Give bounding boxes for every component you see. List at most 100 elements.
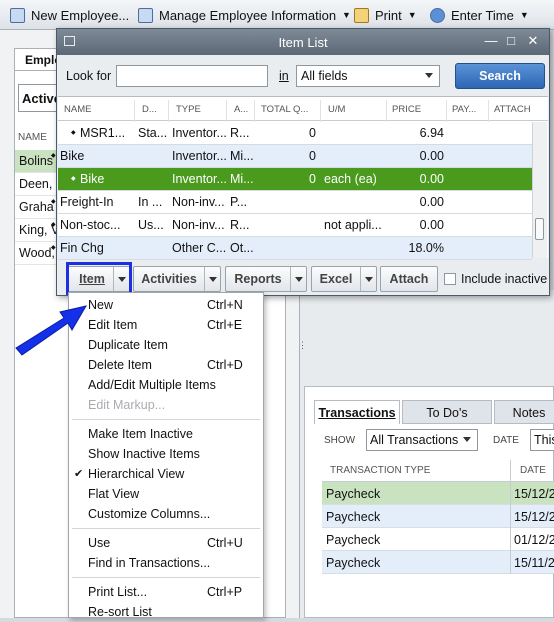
menu-item[interactable]: Print List... Ctrl+P <box>69 583 263 602</box>
window-title: Item List <box>278 35 328 50</box>
tab-notes[interactable]: Notes <box>494 400 554 424</box>
item-account: Mi... <box>230 149 254 163</box>
employee-filter-select[interactable]: Active <box>18 84 61 112</box>
transaction-row[interactable]: Paycheck 01/12/2 <box>322 528 554 551</box>
menu-item[interactable]: Add/Edit Multiple Items <box>69 376 263 395</box>
transaction-date: 15/12/2 <box>514 487 554 501</box>
activities-menu-button[interactable]: Activities <box>133 266 221 292</box>
window-menu-icon[interactable] <box>64 36 75 46</box>
transaction-row[interactable]: Paycheck 15/11/2 <box>322 551 554 574</box>
item-name: MSR1... <box>80 126 126 140</box>
item-description: In ... <box>138 195 163 209</box>
menu-item[interactable]: Delete Item Ctrl+D <box>69 356 263 375</box>
transaction-type: Paycheck <box>326 533 381 547</box>
print-button[interactable]: Print ▼ <box>354 6 417 24</box>
show-label: SHOW <box>324 435 356 446</box>
item-account: P... <box>230 195 248 209</box>
print-label: Print <box>375 7 402 23</box>
col-description-header[interactable]: D... <box>142 104 168 115</box>
date-label: DATE <box>493 435 519 446</box>
include-inactive-label[interactable]: Include inactive <box>461 272 547 286</box>
menu-item[interactable]: Find in Transactions... <box>69 554 263 573</box>
date-select[interactable]: This <box>530 429 554 451</box>
item-price: 0.00 <box>419 195 444 209</box>
look-for-input[interactable] <box>116 65 268 87</box>
menu-item[interactable]: Flat View <box>69 485 263 504</box>
transaction-type: Paycheck <box>326 556 381 570</box>
new-employee-label: New Employee... <box>31 7 130 23</box>
splitter-grip-icon[interactable]: ⋮ <box>298 340 307 351</box>
transaction-row[interactable]: Paycheck 15/12/2 <box>322 482 554 505</box>
col-attach-header[interactable]: ATTACH <box>494 104 544 115</box>
menu-item-label: Add/Edit Multiple Items <box>88 378 216 392</box>
tab-todos[interactable]: To Do's <box>402 400 492 424</box>
col-account-header[interactable]: A... <box>234 104 256 115</box>
search-field-value: All fields <box>301 69 348 83</box>
item-account: R... <box>230 218 250 232</box>
show-select[interactable]: All Transactions <box>366 429 478 451</box>
employee-row[interactable]: Deen, <box>15 173 57 196</box>
chevron-down-icon: ▼ <box>407 10 417 20</box>
col-type-header[interactable]: TYPE <box>176 104 226 115</box>
menu-item[interactable]: Re-sort List <box>69 603 263 622</box>
printer-icon <box>354 7 369 23</box>
item-name: Bike <box>80 172 105 186</box>
employee-name-header[interactable]: NAME <box>18 132 47 143</box>
excel-menu-button[interactable]: Excel <box>311 266 377 292</box>
close-icon[interactable]: ✕ <box>526 34 540 48</box>
item-row[interactable]: ◆ Bike Inventor... Mi... 0 0.00 <box>51 145 532 168</box>
col-name-header[interactable]: NAME <box>64 104 134 115</box>
transaction-row[interactable]: Paycheck 15/12/2 <box>322 505 554 528</box>
include-inactive-checkbox[interactable] <box>444 273 456 285</box>
menu-item-shortcut: Ctrl+U <box>207 536 243 550</box>
enter-time-button[interactable]: Enter Time ▼ <box>430 6 529 24</box>
search-button[interactable]: Search <box>455 63 545 89</box>
menu-item[interactable]: Duplicate Item <box>69 336 263 355</box>
col-payment-header[interactable]: PAY... <box>452 104 488 115</box>
col-total-qty-header[interactable]: TOTAL Q... <box>261 104 321 115</box>
menu-item-label: Make Item Inactive <box>88 427 193 441</box>
minimize-icon[interactable]: — <box>484 34 498 48</box>
attach-button[interactable]: Attach <box>380 266 438 292</box>
date-header[interactable]: DATE <box>520 465 546 476</box>
menu-item: Edit Markup... <box>69 396 263 415</box>
menu-item[interactable]: ✔ Hierarchical View <box>69 465 263 484</box>
transaction-type-header[interactable]: TRANSACTION TYPE <box>330 465 430 476</box>
item-type: Inventor... <box>172 126 226 140</box>
item-name: Non-stoc... <box>60 218 121 232</box>
col-um-header[interactable]: U/M <box>328 104 388 115</box>
item-row[interactable]: ◆ Fin Chg Other C... Ot... 18.0% <box>51 237 532 260</box>
item-price: 0.00 <box>419 218 444 232</box>
item-total-qty: 0 <box>309 149 316 163</box>
new-employee-button[interactable]: New Employee... <box>10 6 129 24</box>
menu-item[interactable]: Show Inactive Items <box>69 445 263 464</box>
menu-item[interactable]: New Ctrl+N <box>69 296 263 315</box>
transaction-type: Paycheck <box>326 510 381 524</box>
maximize-icon[interactable]: □ <box>504 34 518 48</box>
item-row[interactable]: ◆ Non-stoc... Us... Non-inv... R... not appli… <box>51 214 532 237</box>
manage-info-label: Manage Employee Information <box>159 7 337 23</box>
enter-time-label: Enter Time <box>451 7 514 23</box>
show-select-value: All Transactions <box>370 433 459 447</box>
item-row[interactable]: ◆ Freight-In In ... Non-inv... P... 0.00 <box>51 191 532 214</box>
menu-item[interactable]: Make Item Inactive <box>69 425 263 444</box>
scrollbar-thumb[interactable] <box>535 218 544 240</box>
item-row[interactable]: ◆ MSR1... Sta... Inventor... R... 0 6.94 <box>58 122 532 145</box>
item-type: Inventor... <box>172 149 226 163</box>
search-field-select[interactable]: All fields <box>296 65 440 87</box>
menu-item[interactable]: Use Ctrl+U <box>69 534 263 553</box>
hierarchy-bullet-icon: ◆ <box>71 176 76 182</box>
window-titlebar[interactable]: Item List <box>57 29 549 55</box>
tab-transactions[interactable]: Transactions <box>314 400 400 424</box>
menu-item[interactable]: Edit Item Ctrl+E <box>69 316 263 335</box>
item-row[interactable]: ◆ Bike Inventor... Mi... 0 each (ea) 0.00 <box>58 168 532 191</box>
manage-employee-info-button[interactable]: Manage Employee Information ▼ <box>138 6 351 24</box>
item-account: Mi... <box>230 172 254 186</box>
employee-center-toolbar: New Employee... Manage Employee Informat… <box>0 0 554 30</box>
reports-menu-button[interactable]: Reports <box>225 266 307 292</box>
item-type: Non-inv... <box>172 195 225 209</box>
menu-item[interactable]: Customize Columns... <box>69 505 263 524</box>
col-price-header[interactable]: PRICE <box>392 104 448 115</box>
activities-label: Activities <box>141 272 197 286</box>
menu-item-label: Re-sort List <box>88 605 152 619</box>
